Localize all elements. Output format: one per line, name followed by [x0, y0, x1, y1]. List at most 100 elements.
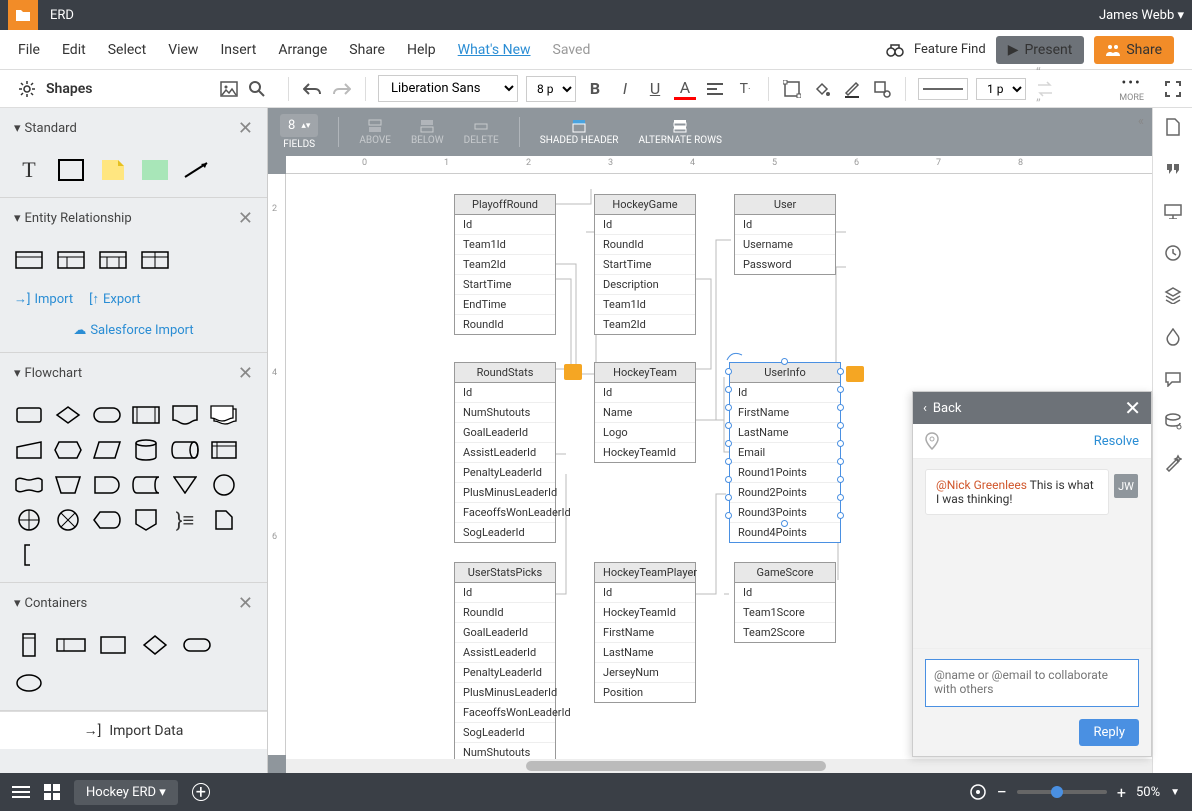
- menu-insert[interactable]: Insert: [220, 42, 256, 58]
- table-userstatspicks[interactable]: UserStatsPicks Id RoundId GoalLeaderId A…: [454, 562, 556, 773]
- add-page-icon[interactable]: +: [192, 783, 210, 801]
- grid-view-icon[interactable]: [44, 784, 60, 800]
- underline-icon[interactable]: U: [644, 78, 666, 100]
- fc-doc[interactable]: [170, 402, 200, 428]
- fc-or[interactable]: [14, 507, 44, 533]
- fc-sum[interactable]: [53, 507, 83, 533]
- comment-input[interactable]: [925, 659, 1139, 707]
- fc-note[interactable]: [209, 507, 239, 533]
- close-icon[interactable]: ✕: [238, 363, 253, 384]
- er-shape-2[interactable]: [56, 247, 86, 273]
- menu-edit[interactable]: Edit: [62, 42, 86, 58]
- user-menu[interactable]: James Webb ▾: [1099, 8, 1184, 23]
- document-title[interactable]: ERD: [50, 8, 74, 23]
- redo-icon[interactable]: [331, 78, 353, 100]
- menu-whatsnew[interactable]: What's New: [458, 42, 531, 58]
- text-format-icon[interactable]: T∙: [734, 78, 756, 100]
- note-shape[interactable]: [98, 157, 128, 183]
- fc-data[interactable]: [92, 437, 122, 463]
- page-icon[interactable]: [1162, 116, 1184, 138]
- undo-icon[interactable]: [301, 78, 323, 100]
- bold-icon[interactable]: B: [584, 78, 606, 100]
- fc-terminator[interactable]: [92, 402, 122, 428]
- menu-file[interactable]: File: [18, 42, 40, 58]
- fc-internal[interactable]: [209, 437, 239, 463]
- stroke-width-select[interactable]: 1 px: [976, 78, 1026, 100]
- block-shape[interactable]: [140, 157, 170, 183]
- er-shape-1[interactable]: [14, 247, 44, 273]
- zoom-value[interactable]: 50%: [1136, 785, 1160, 800]
- er-salesforce[interactable]: ☁ Salesforce Import: [14, 323, 253, 338]
- font-select[interactable]: Liberation Sans: [378, 75, 518, 102]
- section-standard[interactable]: ▾ Standard✕: [0, 108, 267, 149]
- table-user[interactable]: User Id Username Password: [734, 194, 836, 275]
- comment-close[interactable]: ✕: [1124, 396, 1141, 420]
- text-shape[interactable]: T: [14, 157, 44, 183]
- er-import[interactable]: →] Import: [14, 291, 73, 307]
- reply-button[interactable]: Reply: [1079, 719, 1139, 746]
- zoom-target-icon[interactable]: [969, 783, 987, 801]
- fc-diamond[interactable]: [53, 402, 83, 428]
- line-color-icon[interactable]: [841, 78, 863, 100]
- tt-shaded[interactable]: SHADED HEADER: [540, 119, 619, 146]
- import-data-button[interactable]: →] Import Data: [0, 711, 267, 749]
- close-icon[interactable]: ✕: [238, 208, 253, 229]
- layers-icon[interactable]: [1162, 284, 1184, 306]
- table-roundstats[interactable]: RoundStats Id NumShutouts GoalLeaderId A…: [454, 362, 556, 543]
- close-icon[interactable]: ✕: [238, 593, 253, 614]
- gear-icon[interactable]: [18, 80, 36, 98]
- fc-display[interactable]: [92, 507, 122, 533]
- tt-above[interactable]: ABOVE: [359, 119, 391, 146]
- zoom-out-icon[interactable]: −: [997, 782, 1007, 803]
- cont-2[interactable]: [56, 632, 86, 658]
- fc-papertape[interactable]: [14, 472, 44, 498]
- italic-icon[interactable]: I: [614, 78, 636, 100]
- history-icon[interactable]: [1162, 242, 1184, 264]
- cont-4[interactable]: [140, 632, 170, 658]
- table-playoffround[interactable]: PlayoffRound Id Team1Id Team2Id StartTim…: [454, 194, 556, 335]
- shape-options-icon[interactable]: [871, 78, 893, 100]
- tt-alternate[interactable]: ALTERNATE ROWS: [638, 119, 721, 146]
- er-shape-4[interactable]: [140, 247, 170, 273]
- menu-arrange[interactable]: Arrange: [278, 42, 327, 58]
- table-hockeyteamplayer[interactable]: HockeyTeamPlayer Id HockeyTeamId FirstNa…: [594, 562, 696, 703]
- fc-multdoc[interactable]: [209, 402, 239, 428]
- section-flowchart[interactable]: ▾ Flowchart✕: [0, 353, 267, 394]
- zoom-slider[interactable]: [1017, 790, 1107, 794]
- comment-tag-active[interactable]: [846, 366, 864, 382]
- cont-5[interactable]: [182, 632, 212, 658]
- line-style-select[interactable]: [918, 78, 968, 100]
- chevron-down-icon[interactable]: ▼: [1170, 787, 1180, 798]
- menu-share[interactable]: Share: [349, 42, 385, 58]
- section-containers[interactable]: ▾ Containers✕: [0, 583, 267, 624]
- fc-manualop[interactable]: [53, 472, 83, 498]
- data-link-icon[interactable]: [1162, 410, 1184, 432]
- fullscreen-icon[interactable]: [1162, 78, 1184, 100]
- fc-brace[interactable]: }≡: [170, 507, 200, 533]
- menu-help[interactable]: Help: [407, 42, 436, 58]
- cont-6[interactable]: [14, 670, 44, 696]
- font-size-select[interactable]: 8 pt: [526, 76, 576, 102]
- fc-prep[interactable]: [53, 437, 83, 463]
- align-icon[interactable]: [704, 78, 726, 100]
- fc-directdata[interactable]: [170, 437, 200, 463]
- folder-icon[interactable]: [8, 0, 38, 30]
- fc-storeddata[interactable]: [131, 472, 161, 498]
- fc-delay[interactable]: [92, 472, 122, 498]
- menu-view[interactable]: View: [168, 42, 198, 58]
- text-color-icon[interactable]: A: [674, 78, 696, 100]
- er-export[interactable]: [↑ Export: [89, 291, 140, 307]
- collapse-panel-icon[interactable]: «: [1138, 114, 1144, 129]
- page-tab[interactable]: Hockey ERD ▾: [74, 780, 178, 805]
- quote-icon[interactable]: [1162, 158, 1184, 180]
- zoom-in-icon[interactable]: +: [1117, 783, 1126, 802]
- location-icon[interactable]: [925, 432, 939, 450]
- share-button[interactable]: Share: [1094, 36, 1174, 64]
- table-hockeygame[interactable]: HockeyGame Id RoundId StartTime Descript…: [594, 194, 696, 335]
- list-view-icon[interactable]: [12, 785, 30, 799]
- fc-merge[interactable]: [170, 472, 200, 498]
- magic-icon[interactable]: [1162, 452, 1184, 474]
- search-icon[interactable]: [248, 80, 266, 98]
- cont-3[interactable]: [98, 632, 128, 658]
- table-userinfo[interactable]: UserInfo Id FirstName LastName Email Rou…: [729, 362, 841, 543]
